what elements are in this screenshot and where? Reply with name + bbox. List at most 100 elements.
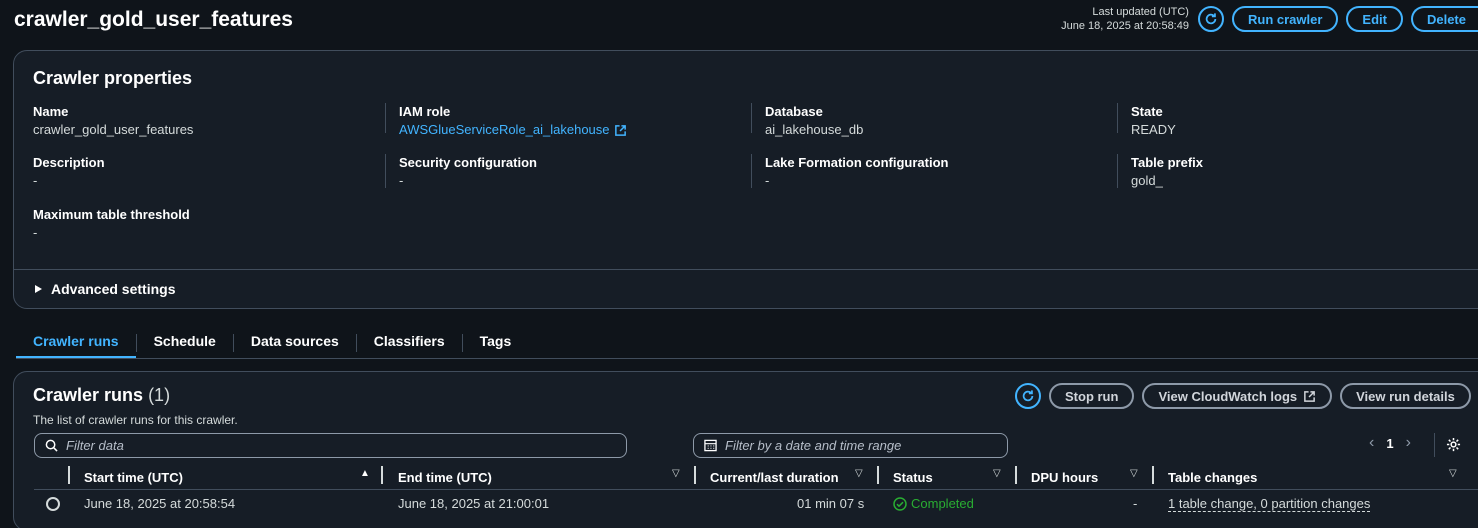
prop-description-label: Description (33, 155, 105, 170)
prop-lake-formation-label: Lake Formation configuration (765, 155, 949, 170)
divider (1015, 466, 1017, 484)
cell-status: Completed (893, 496, 974, 511)
sort-asc-icon[interactable]: ▲ (360, 468, 370, 479)
crawler-properties-title: Crawler properties (33, 68, 193, 88)
prop-table-prefix: Table prefix gold_ (1131, 154, 1203, 190)
settings-icon[interactable] (1446, 437, 1461, 455)
sort-icon[interactable]: ▽ (1130, 468, 1138, 479)
prop-max-threshold-value: - (33, 225, 38, 240)
cell-duration: 01 min 07 s (797, 496, 865, 511)
check-circle-icon (893, 496, 907, 511)
external-link-icon (1304, 390, 1316, 402)
prop-name-label: Name (33, 104, 69, 119)
status-label: Completed (911, 496, 974, 511)
cell-table-changes[interactable]: 1 table change, 0 partition changes (1168, 496, 1371, 512)
col-duration[interactable]: Current/last duration (710, 466, 839, 488)
sort-icon[interactable]: ▽ (1449, 468, 1457, 479)
refresh-button[interactable] (1197, 6, 1224, 32)
pagination: ‹ 1 › (1357, 434, 1423, 452)
divider (694, 466, 696, 484)
prop-lake-formation-value: - (765, 173, 770, 188)
crawler-runs-card: Crawler runs (1) The list of crawler run… (13, 371, 1478, 528)
divider (751, 103, 752, 133)
runs-actions: Stop run View CloudWatch logs View run d… (1015, 383, 1471, 409)
prop-security-config-value: - (399, 173, 404, 188)
sort-icon[interactable]: ▽ (855, 468, 863, 479)
crawler-runs-heading: Crawler runs (33, 385, 144, 405)
prop-state-label: State (1131, 104, 1163, 119)
delete-button[interactable]: Delete (1410, 6, 1478, 32)
tab-tags[interactable]: Tags (463, 330, 529, 359)
divider (1434, 433, 1435, 457)
external-link-icon (614, 124, 626, 136)
cell-dpu-hours: - (1133, 496, 1138, 511)
tab-data-sources[interactable]: Data sources (234, 330, 356, 359)
prop-security-config-label: Security configuration (399, 155, 537, 170)
prop-description: Description - (33, 154, 105, 190)
search-icon (45, 439, 58, 452)
col-table-changes[interactable]: Table changes (1168, 466, 1257, 488)
crawler-runs-title: Crawler runs (1) (33, 385, 170, 406)
last-updated-value: June 18, 2025 at 20:58:49 (1061, 20, 1189, 32)
page-number[interactable]: 1 (1386, 436, 1393, 451)
tab-bar: Crawler runs Schedule Data sources Class… (16, 330, 528, 359)
prop-max-threshold: Maximum table threshold - (33, 206, 190, 242)
advanced-settings-toggle[interactable]: Advanced settings (35, 281, 175, 297)
chevron-right-icon[interactable]: › (1406, 434, 1411, 452)
col-end-time[interactable]: End time (UTC) (398, 466, 492, 488)
run-crawler-button[interactable]: Run crawler (1231, 6, 1339, 32)
prop-table-prefix-label: Table prefix (1131, 155, 1204, 170)
prop-security-config: Security configuration - (399, 154, 537, 190)
divider (1117, 154, 1118, 188)
calendar-icon (704, 439, 717, 452)
caret-right-icon (35, 285, 42, 293)
prop-state-value: READY (1131, 122, 1176, 137)
prop-database-value: ai_lakehouse_db (765, 122, 864, 137)
prop-name-value: crawler_gold_user_features (33, 122, 194, 137)
prop-table-prefix-value: gold_ (1131, 173, 1163, 188)
crawler-runs-count: (1) (148, 385, 171, 405)
col-status[interactable]: Status (893, 466, 933, 488)
col-dpu-hours[interactable]: DPU hours (1031, 466, 1098, 488)
last-updated: Last updated (UTC) June 18, 2025 at 20:5… (1061, 5, 1189, 33)
col-start-time[interactable]: Start time (UTC) (84, 466, 183, 488)
header-actions: Last updated (UTC) June 18, 2025 at 20:5… (1061, 5, 1478, 33)
table-changes-link[interactable]: 1 table change, 0 partition changes (1168, 496, 1371, 512)
filter-data-input[interactable]: Filter data (34, 433, 627, 458)
tab-crawler-runs[interactable]: Crawler runs (16, 330, 136, 359)
prop-iam-role-label: IAM role (399, 104, 451, 119)
view-run-details-button[interactable]: View run details (1340, 383, 1471, 409)
sort-icon[interactable]: ▽ (993, 468, 1001, 479)
divider (385, 103, 386, 133)
filter-data-placeholder: Filter data (66, 438, 124, 453)
divider (381, 466, 383, 484)
prop-iam-role: IAM role AWSGlueServiceRole_ai_lakehouse (399, 103, 627, 139)
divider (877, 466, 879, 484)
view-cloudwatch-logs-label: View CloudWatch logs (1158, 388, 1298, 404)
refresh-icon (1022, 390, 1034, 402)
edit-button[interactable]: Edit (1346, 6, 1403, 32)
prop-iam-role-value[interactable]: AWSGlueServiceRole_ai_lakehouse (399, 121, 627, 139)
tab-classifiers[interactable]: Classifiers (357, 330, 462, 359)
divider (1152, 466, 1154, 484)
refresh-icon (1205, 13, 1217, 25)
prop-database: Database ai_lakehouse_db (765, 103, 863, 139)
runs-refresh-button[interactable] (1015, 383, 1041, 409)
tab-schedule[interactable]: Schedule (137, 330, 233, 359)
iam-role-link[interactable]: AWSGlueServiceRole_ai_lakehouse (399, 121, 610, 139)
chevron-left-icon[interactable]: ‹ (1369, 434, 1374, 452)
prop-name: Name crawler_gold_user_features (33, 103, 193, 139)
table-header-divider (34, 489, 1478, 490)
divider (14, 269, 1478, 270)
stop-run-button[interactable]: Stop run (1049, 383, 1135, 409)
prop-max-threshold-label: Maximum table threshold (33, 207, 190, 222)
prop-state: State READY (1131, 103, 1176, 139)
row-select-radio[interactable] (46, 497, 60, 511)
tabs-underline (16, 358, 1478, 359)
view-cloudwatch-logs-button[interactable]: View CloudWatch logs (1142, 383, 1333, 409)
crawler-properties-card: Crawler properties Name crawler_gold_use… (13, 50, 1478, 309)
date-range-placeholder: Filter by a date and time range (725, 438, 902, 453)
advanced-settings-label: Advanced settings (51, 281, 176, 297)
date-range-filter[interactable]: Filter by a date and time range (693, 433, 1008, 458)
sort-icon[interactable]: ▽ (672, 468, 680, 479)
